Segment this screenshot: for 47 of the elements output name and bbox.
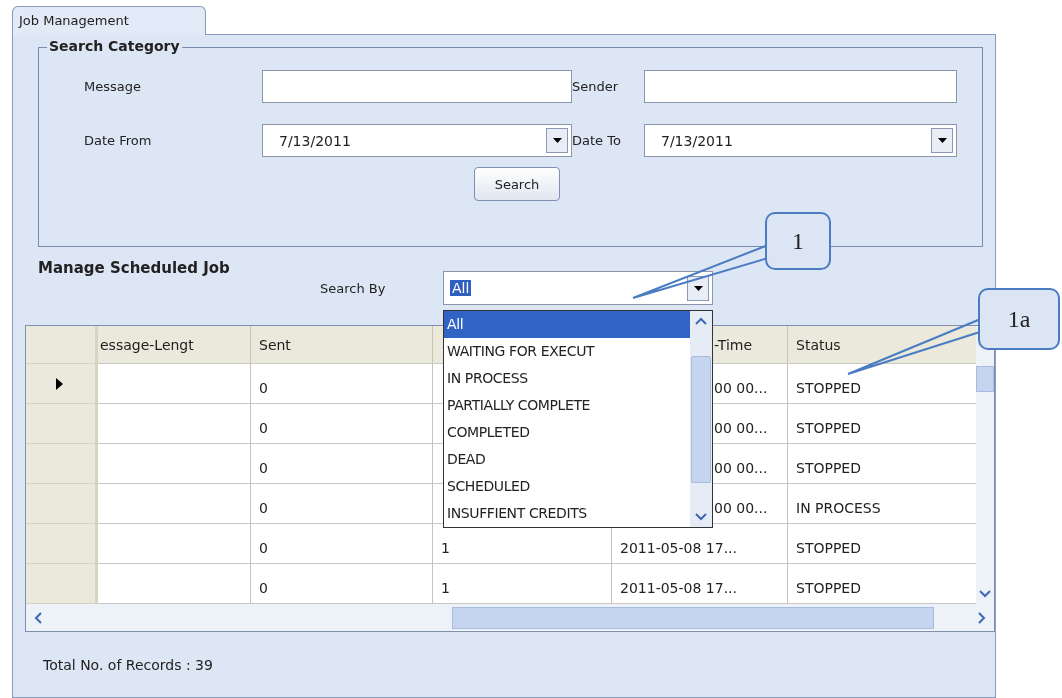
- chevron-down-icon: [979, 590, 991, 598]
- group-title: Search Category: [47, 38, 182, 54]
- field-label: Date To: [572, 133, 622, 148]
- record-count: Total No. of Records : 39: [43, 657, 214, 673]
- row-header[interactable]: [26, 364, 98, 404]
- row-header[interactable]: [26, 404, 98, 444]
- date-picker[interactable]: 7/13/2011: [262, 124, 572, 157]
- table-cell: 0: [251, 484, 433, 524]
- row-header[interactable]: [26, 444, 98, 484]
- input-field[interactable]: [262, 70, 572, 103]
- column-header[interactable]: -Time: [612, 326, 788, 364]
- chevron-up-icon: [695, 317, 707, 325]
- scroll-thumb[interactable]: [691, 355, 711, 483]
- field-label: Date From: [84, 133, 153, 148]
- row-header[interactable]: [26, 484, 98, 524]
- dropdown-arrow-icon: [552, 138, 562, 143]
- dropdown-arrow-icon: [937, 138, 947, 143]
- table-cell: 0: [251, 444, 433, 484]
- search-button[interactable]: Search: [474, 167, 560, 201]
- field-label: Search By: [320, 280, 387, 296]
- field-label: Message: [84, 79, 142, 94]
- chevron-down-icon: [695, 513, 707, 521]
- dropdown[interactable]: All: [443, 271, 713, 305]
- tab[interactable]: Job Management: [12, 6, 206, 35]
- date-picker[interactable]: 7/13/2011: [644, 124, 957, 157]
- scroll-thumb[interactable]: [452, 606, 934, 629]
- field-label: Sender: [572, 79, 620, 94]
- scrollbar[interactable]: [690, 311, 712, 527]
- dropdown-arrow-icon: [693, 285, 703, 291]
- scroll-thumb[interactable]: [976, 366, 994, 392]
- column-header[interactable]: essage-Lengt: [98, 326, 251, 364]
- dropdown-option[interactable]: All: [444, 311, 690, 338]
- table-cell: 0: [251, 364, 433, 404]
- chevron-right-icon: [978, 611, 986, 624]
- row-header[interactable]: [26, 564, 98, 604]
- table-cell: 0: [251, 404, 433, 444]
- table-cell: 0: [251, 524, 433, 564]
- table-cell: 1: [433, 524, 612, 564]
- scrollbar[interactable]: [26, 604, 994, 631]
- section-title: Manage Scheduled Job: [38, 259, 231, 277]
- callout: 1a: [978, 288, 1060, 350]
- column-header[interactable]: Sent: [251, 326, 433, 364]
- chevron-left-icon: [34, 611, 42, 624]
- table-cell: 2011-05-08 17...: [612, 524, 788, 564]
- callout: 1: [765, 212, 831, 270]
- input-field[interactable]: [644, 70, 957, 103]
- row-header[interactable]: [26, 524, 98, 564]
